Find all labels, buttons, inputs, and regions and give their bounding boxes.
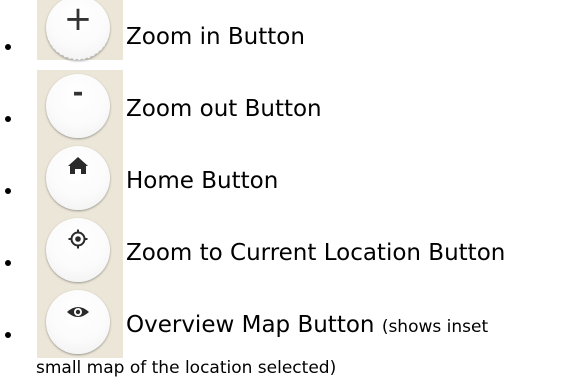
item-label: Zoom out Button xyxy=(126,96,322,122)
item-label: Zoom in Button xyxy=(126,24,305,50)
overview-map-button-image xyxy=(37,286,123,358)
home-button-image xyxy=(37,142,123,214)
home-icon xyxy=(46,146,110,210)
bullet xyxy=(5,188,11,194)
item-label: Overview Map Button xyxy=(126,312,375,338)
bullet xyxy=(5,116,11,122)
zoom-out-button-image: - xyxy=(37,70,123,142)
plus-icon: + xyxy=(46,0,110,60)
zoom-in-button-image: + xyxy=(37,0,123,60)
minus-icon: - xyxy=(46,74,110,138)
eye-icon xyxy=(46,290,110,354)
item-label: Zoom to Current Location Button xyxy=(126,240,506,266)
item-label-line: Overview Map Button (shows inset xyxy=(126,311,488,341)
bullet xyxy=(5,260,11,266)
current-location-button-image xyxy=(37,214,123,286)
bullet xyxy=(5,332,11,338)
target-icon xyxy=(46,218,110,282)
item-label: Home Button xyxy=(126,168,279,194)
item-note: (shows inset xyxy=(381,317,489,337)
item-note-continuation: small map of the location selected) xyxy=(36,358,337,378)
bullet xyxy=(5,44,11,50)
